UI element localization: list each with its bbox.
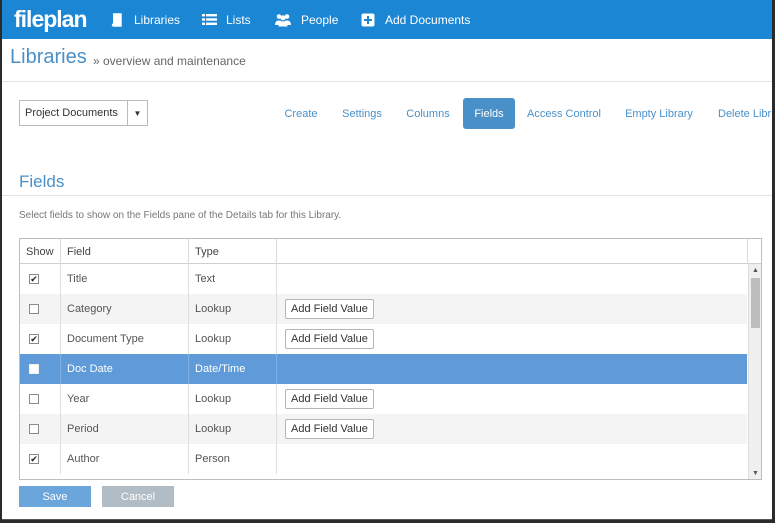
field-name-cell: Category xyxy=(61,294,189,324)
table-row[interactable]: Doc Date Date/Time xyxy=(20,354,747,384)
app-window: fileplan Libraries Lists People Add Docu… xyxy=(2,0,772,520)
add-field-value-button[interactable]: Add Field Value xyxy=(285,419,374,439)
show-cell xyxy=(20,294,61,324)
nav-lists-label: Lists xyxy=(226,12,251,27)
section-description: Select fields to show on the Fields pane… xyxy=(19,210,342,221)
tab-columns[interactable]: Columns xyxy=(398,98,458,129)
field-type-cell: Text xyxy=(189,264,277,294)
add-field-value-button[interactable]: Add Field Value xyxy=(285,329,374,349)
show-cell: ✔ xyxy=(20,264,61,294)
table-row[interactable]: ✔ Document Type Lookup Add Field Value xyxy=(20,324,747,354)
plus-square-icon xyxy=(360,12,376,28)
people-icon xyxy=(274,12,292,28)
table-row[interactable]: Category Lookup Add Field Value xyxy=(20,294,747,324)
nav-people[interactable]: People xyxy=(274,0,338,39)
field-name-cell: Year xyxy=(61,384,189,414)
add-field-value-button[interactable]: Add Field Value xyxy=(285,299,374,319)
scroll-up-icon[interactable]: ▲ xyxy=(749,264,761,276)
list-icon xyxy=(201,12,217,28)
field-name-cell: Document Type xyxy=(61,324,189,354)
tab-access-control[interactable]: Access Control xyxy=(524,98,604,129)
show-cell xyxy=(20,414,61,444)
field-type-cell: Person xyxy=(189,444,277,474)
nav-libraries[interactable]: Libraries xyxy=(109,0,180,39)
add-field-value-button[interactable]: Add Field Value xyxy=(285,389,374,409)
field-action-cell xyxy=(277,444,747,474)
nav-add-documents[interactable]: Add Documents xyxy=(360,0,470,39)
fields-grid: Show Field Type ✔ Title Text Category Lookup… xyxy=(19,238,762,480)
check-icon: ✔ xyxy=(30,334,38,344)
nav-people-label: People xyxy=(301,12,339,27)
show-cell xyxy=(20,384,61,414)
show-checkbox[interactable]: ✔ xyxy=(29,454,39,464)
column-header-show[interactable]: Show xyxy=(20,239,61,264)
field-name-cell: Period xyxy=(61,414,189,444)
table-row[interactable]: Period Lookup Add Field Value xyxy=(20,414,747,444)
show-checkbox[interactable] xyxy=(29,364,39,374)
grid-scrollbar[interactable]: ▲ ▼ xyxy=(748,264,761,479)
field-type-cell: Lookup xyxy=(189,384,277,414)
show-checkbox[interactable] xyxy=(29,394,39,404)
library-select[interactable]: Project Documents ▼ xyxy=(19,100,148,126)
table-row[interactable]: ✔ Author Person xyxy=(20,444,747,474)
nav-lists[interactable]: Lists xyxy=(201,0,251,39)
show-cell: ✔ xyxy=(20,324,61,354)
show-checkbox[interactable] xyxy=(29,424,39,434)
chevron-down-icon[interactable]: ▼ xyxy=(127,101,147,125)
tab-empty-library[interactable]: Empty Library xyxy=(618,98,700,129)
show-checkbox[interactable]: ✔ xyxy=(29,274,39,284)
page-subtitle: » overview and maintenance xyxy=(93,54,246,68)
cancel-button[interactable]: Cancel xyxy=(102,486,174,507)
column-header-type[interactable]: Type xyxy=(189,239,277,264)
column-header-actions xyxy=(277,239,748,264)
field-name-cell: Author xyxy=(61,444,189,474)
field-type-cell: Lookup xyxy=(189,414,277,444)
tab-delete-library[interactable]: Delete Libr xyxy=(716,98,772,129)
show-cell: ✔ xyxy=(20,444,61,474)
field-type-cell: Date/Time xyxy=(189,354,277,384)
field-type-cell: Lookup xyxy=(189,324,277,354)
nav-add-documents-label: Add Documents xyxy=(385,12,471,27)
tab-create[interactable]: Create xyxy=(274,98,328,129)
field-action-cell xyxy=(277,354,747,384)
field-action-cell: Add Field Value xyxy=(277,414,747,444)
field-name-cell: Doc Date xyxy=(61,354,189,384)
field-action-cell: Add Field Value xyxy=(277,384,747,414)
check-icon: ✔ xyxy=(30,274,38,284)
top-nav-bar: fileplan Libraries Lists People Add Docu… xyxy=(2,0,772,39)
show-cell xyxy=(20,354,61,384)
show-checkbox[interactable]: ✔ xyxy=(29,334,39,344)
field-name-cell: Title xyxy=(61,264,189,294)
table-row[interactable]: Year Lookup Add Field Value xyxy=(20,384,747,414)
scroll-down-icon[interactable]: ▼ xyxy=(749,467,761,479)
section-divider xyxy=(2,195,772,196)
page-title: Libraries xyxy=(10,46,87,68)
fileplan-logo[interactable]: fileplan xyxy=(14,6,88,33)
tab-fields[interactable]: Fields xyxy=(463,98,515,129)
column-header-field[interactable]: Field xyxy=(61,239,189,264)
field-type-cell: Lookup xyxy=(189,294,277,324)
check-icon: ✔ xyxy=(30,454,38,464)
library-select-value: Project Documents xyxy=(25,107,118,119)
section-title: Fields xyxy=(19,172,65,191)
field-action-cell: Add Field Value xyxy=(277,324,747,354)
show-checkbox[interactable] xyxy=(29,304,39,314)
field-action-cell: Add Field Value xyxy=(277,294,747,324)
grid-header: Show Field Type xyxy=(20,239,761,264)
scroll-thumb[interactable] xyxy=(751,278,760,328)
book-icon xyxy=(109,12,125,28)
nav-libraries-label: Libraries xyxy=(134,12,181,27)
field-action-cell xyxy=(277,264,747,294)
tab-settings[interactable]: Settings xyxy=(335,98,389,129)
save-button[interactable]: Save xyxy=(19,486,91,507)
table-row[interactable]: ✔ Title Text xyxy=(20,264,747,294)
header-divider xyxy=(2,81,772,82)
